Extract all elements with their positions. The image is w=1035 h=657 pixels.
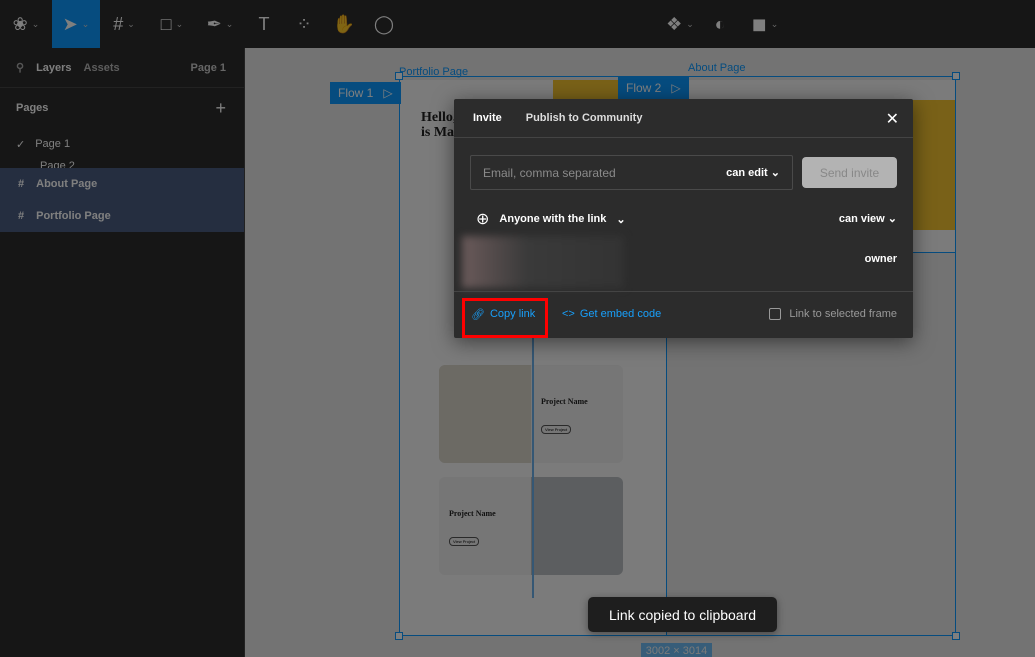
dialog-footer: 🔗︎ Copy link <> Get embed code Link to sel… <box>454 291 913 338</box>
share-dialog: Invite Publish to Community ✕ Email, com… <box>454 99 913 338</box>
copy-link-button[interactable]: 🔗︎ Copy link <box>471 308 535 321</box>
embed-code-button[interactable]: <> Get embed code <box>562 308 661 320</box>
chevron-down-icon: ⌄ <box>887 213 897 225</box>
chevron-down-icon: ⌄ <box>616 213 626 226</box>
tab-publish-community[interactable]: Publish to Community <box>526 112 643 124</box>
globe-icon: ⊕ <box>476 211 490 228</box>
email-input[interactable]: Email, comma separated can edit ⌄ <box>470 155 793 190</box>
link-permission-dropdown[interactable]: can view ⌄ <box>839 212 897 225</box>
code-icon: <> <box>562 308 575 320</box>
email-placeholder: Email, comma separated <box>483 165 616 180</box>
toast-notification: Link copied to clipboard <box>588 597 777 632</box>
owner-role: owner <box>864 253 897 265</box>
link-selected-frame-checkbox[interactable]: Link to selected frame <box>769 308 897 320</box>
send-invite-button[interactable]: Send invite <box>802 157 897 188</box>
email-permission-dropdown[interactable]: can edit ⌄ <box>726 166 780 179</box>
tab-invite[interactable]: Invite <box>473 112 502 124</box>
link-icon: 🔗︎ <box>471 309 485 321</box>
checkbox-icon[interactable] <box>769 308 782 320</box>
close-icon[interactable]: ✕ <box>886 109 899 129</box>
link-access-label: Anyone with the link <box>499 213 607 225</box>
chevron-down-icon: ⌄ <box>770 167 780 179</box>
owner-avatar-blurred <box>462 236 624 288</box>
link-access-dropdown[interactable]: ⊕ Anyone with the link ⌄ <box>476 209 626 229</box>
